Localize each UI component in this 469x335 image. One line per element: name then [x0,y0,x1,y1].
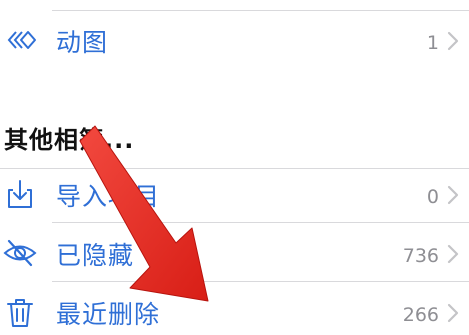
trash-icon [7,299,33,327]
album-count: 0 [426,186,439,208]
album-count: 736 [402,245,439,267]
divider [52,222,469,223]
hidden-eye-icon [3,239,37,267]
album-row-animated[interactable]: 动图 1 [0,17,469,69]
chevron-right-icon [447,31,459,51]
album-label: 最近删除 [56,300,161,329]
album-row-recently-deleted[interactable]: 最近删除 266 [0,289,469,335]
animated-icon [7,31,36,49]
chevron-right-icon [447,244,459,264]
album-label: 已隐藏 [56,241,135,270]
divider [0,168,469,169]
album-row-imports[interactable]: 导入项目 0 [0,171,469,223]
divider [52,281,469,282]
import-icon [8,180,32,208]
album-row-hidden[interactable]: 已隐藏 736 [0,230,469,282]
chevron-right-icon [447,185,459,205]
section-title-other-albums: 其他相簿... [4,126,135,154]
album-count: 266 [402,304,439,326]
photos-albums-screen: 动图 1 其他相簿... 导入项目 0 已隐藏 736 最近删除 266 [0,0,469,335]
album-label: 动图 [56,28,109,57]
album-count: 1 [426,32,439,54]
chevron-right-icon [447,303,459,323]
divider [52,10,469,11]
album-label: 导入项目 [56,182,161,211]
